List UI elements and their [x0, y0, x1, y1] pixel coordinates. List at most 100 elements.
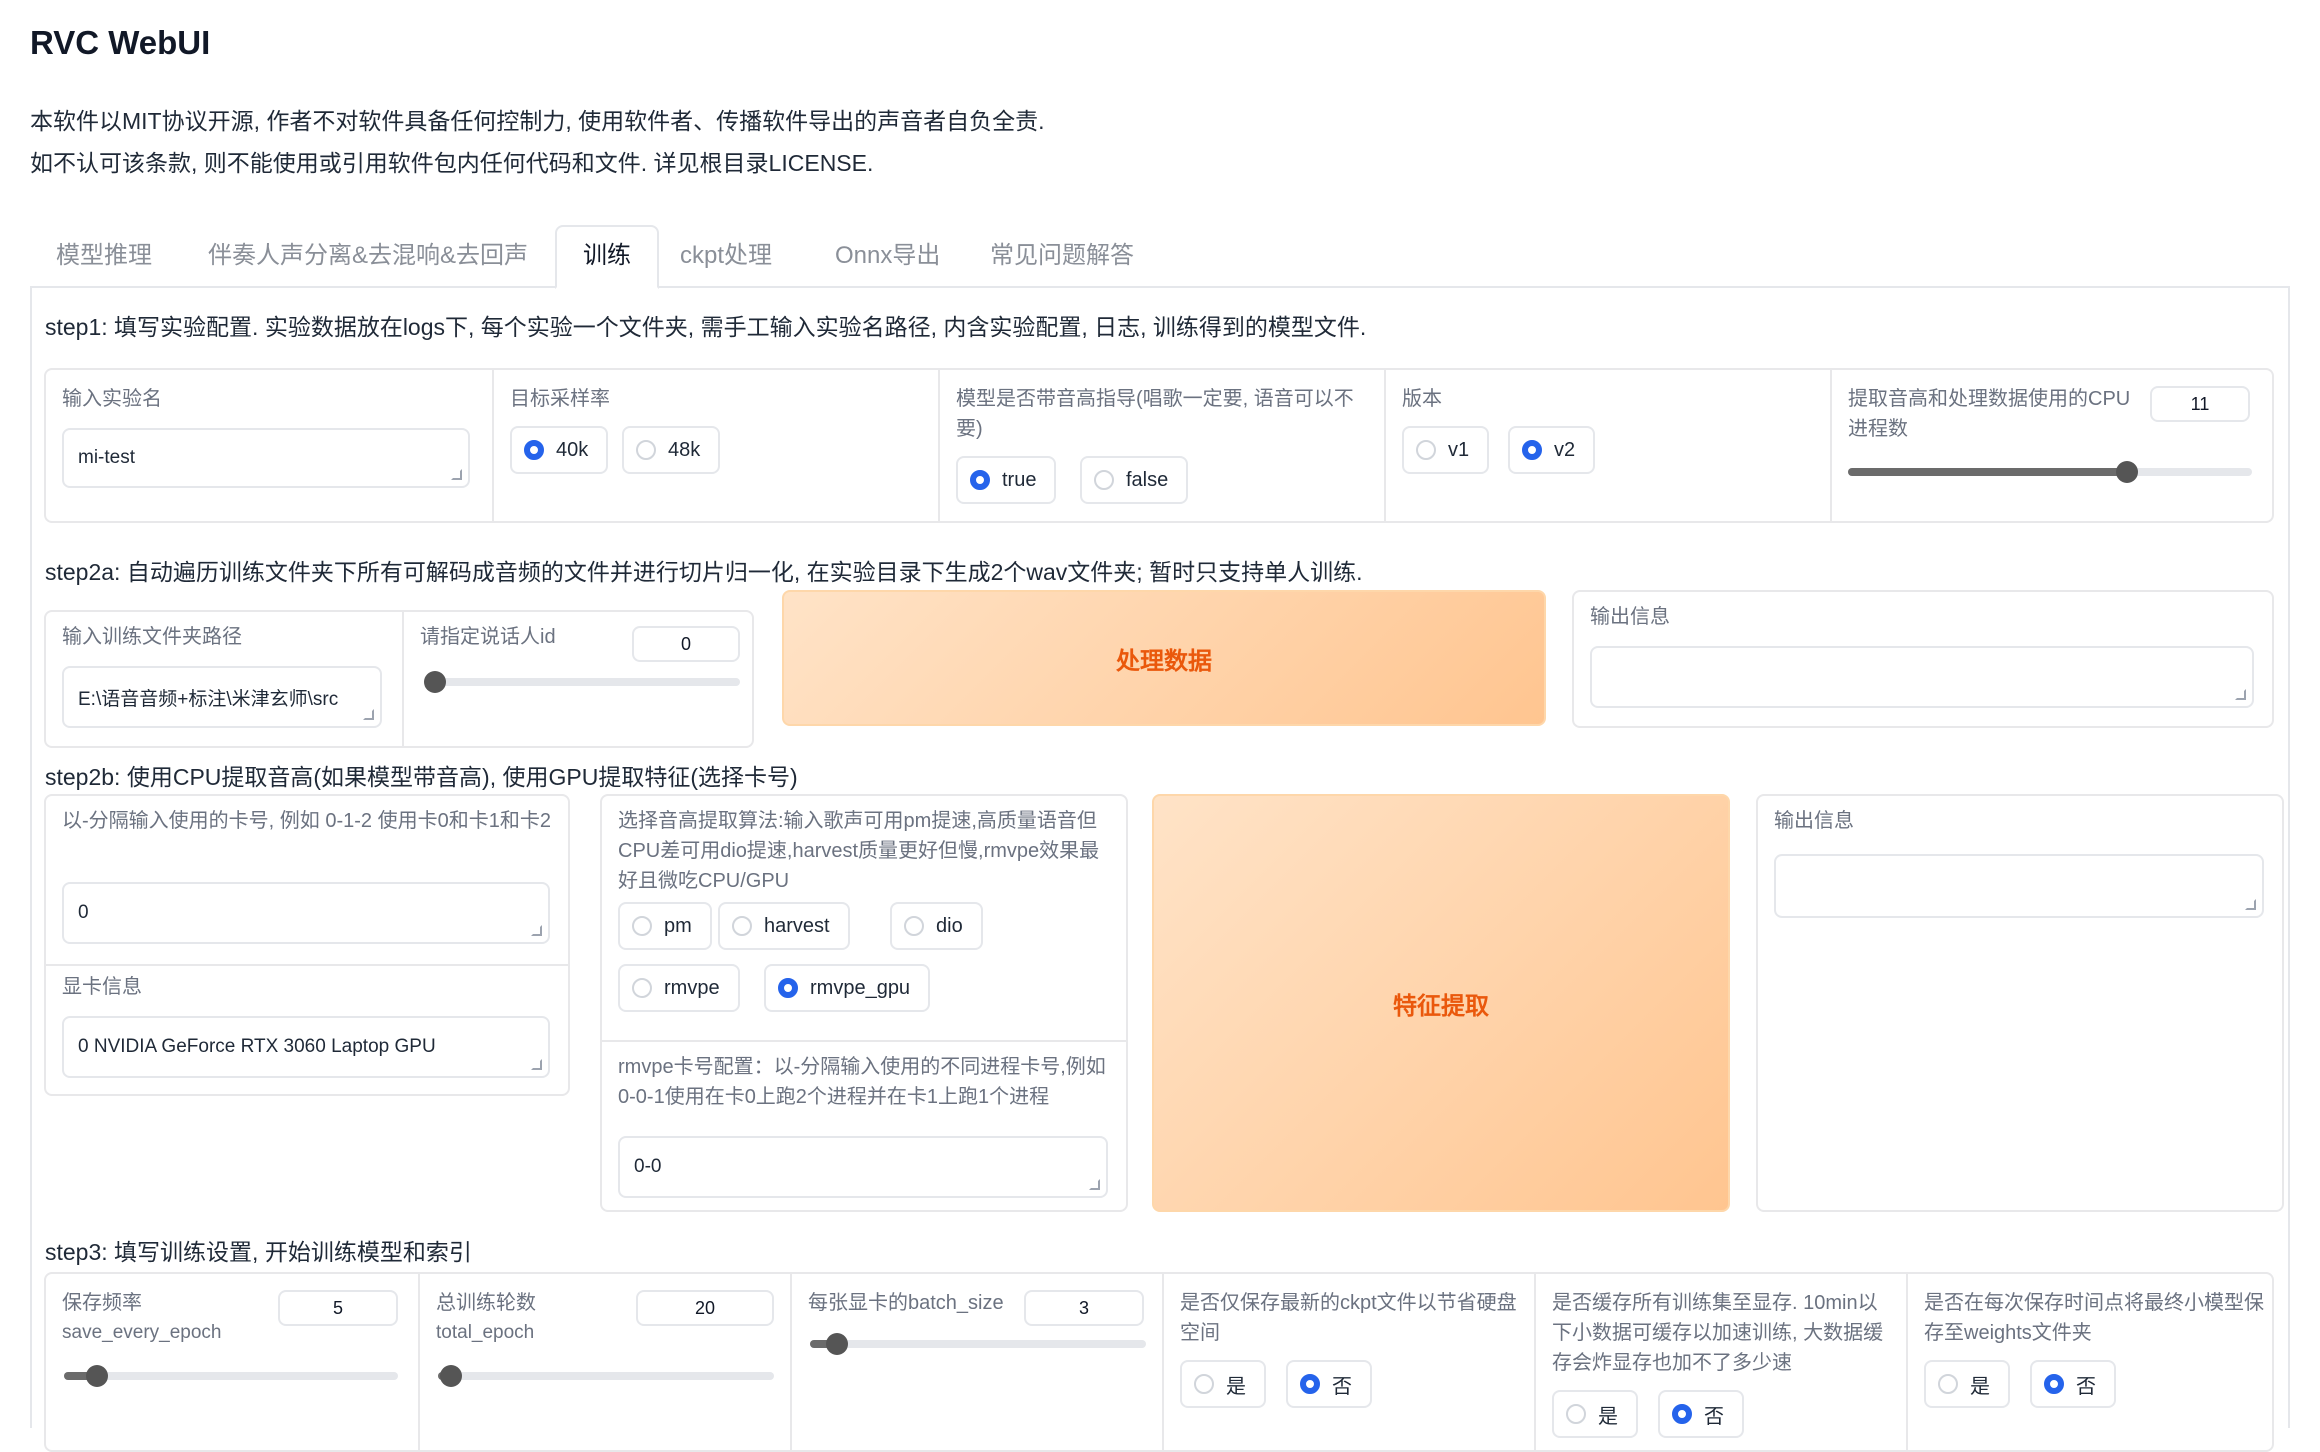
epochs-block: 总训练轮数 total_epoch 20: [418, 1274, 790, 1450]
sr-option-label: 40k: [556, 438, 589, 461]
tab-onnx[interactable]: Onnx导出: [835, 227, 940, 285]
slider-thumb[interactable]: [86, 1365, 109, 1387]
cpu-proc-slider[interactable]: [1848, 461, 2252, 483]
step1-heading: step1: 填写实验配置. 实验数据放在logs下, 每个实验一个文件夹, 需…: [45, 314, 1367, 340]
save-weights-option-label: 是: [1970, 1375, 1990, 1398]
cache-gpu-yes[interactable]: 是: [1552, 1390, 1638, 1438]
save-freq-block: 保存频率 save_every_epoch 5: [46, 1274, 418, 1450]
save-latest-label: 是否仅保存最新的ckpt文件以节省硬盘空间: [1180, 1292, 1517, 1344]
radio-dot-icon: [636, 440, 656, 460]
save-weights-label: 是否在每次保存时间点将最终小模型保存至weights文件夹: [1924, 1292, 2264, 1344]
tab-inference[interactable]: 模型推理: [56, 227, 152, 285]
save-freq-label: 保存频率: [62, 1292, 142, 1314]
step2a-inputs: 输入训练文件夹路径 E:\语音音频+标注\米津玄师\src 请指定说话人id 0: [44, 610, 754, 748]
exp-name-input[interactable]: mi-test: [62, 428, 470, 488]
sr-option-40k[interactable]: 40k: [510, 426, 609, 474]
save-freq-number[interactable]: 5: [278, 1290, 398, 1326]
gpus-label: 以-分隔输入使用的卡号, 例如 0-1-2 使用卡0和卡1和卡2: [62, 810, 551, 832]
save-freq-slider[interactable]: [64, 1365, 398, 1387]
radio-dot-icon: [1522, 440, 1542, 460]
batch-size-label: 每张显卡的batch_size: [808, 1292, 1004, 1314]
version-option-v2[interactable]: v2: [1508, 426, 1596, 474]
save-weights-yes[interactable]: 是: [1924, 1360, 2010, 1408]
rmvpe-gpus-input[interactable]: 0-0: [618, 1136, 1108, 1198]
cache-gpu-no[interactable]: 否: [1658, 1390, 1744, 1438]
step2b-output-text[interactable]: [1774, 854, 2264, 918]
f0-method-option-label: dio: [936, 914, 963, 937]
radio-dot-icon: [1672, 1404, 1692, 1424]
save-weights-block: 是否在每次保存时间点将最终小模型保存至weights文件夹 是 否: [1906, 1274, 2276, 1450]
tab-ckpt[interactable]: ckpt处理: [680, 227, 772, 285]
rvc-webui-page: RVC WebUI 本软件以MIT协议开源, 作者不对软件具备任何控制力, 使用…: [0, 0, 2320, 1452]
f0-method-option-label: rmvpe: [664, 976, 720, 999]
radio-dot-icon: [1194, 1374, 1214, 1394]
tab-training[interactable]: 训练: [555, 225, 659, 289]
cpu-proc-number[interactable]: 11: [2150, 386, 2250, 422]
speaker-id-slider[interactable]: [424, 671, 740, 693]
process-data-button[interactable]: 处理数据: [782, 590, 1546, 726]
cpu-proc-label: 提取音高和处理数据使用的CPU进程数: [1848, 388, 2131, 440]
epochs-slider[interactable]: [438, 1365, 774, 1387]
radio-dot-icon: [970, 470, 990, 490]
step3-heading: step3: 填写训练设置, 开始训练模型和索引: [45, 1239, 472, 1265]
exp-name-label: 输入实验名: [62, 388, 162, 410]
batch-size-block: 每张显卡的batch_size 3: [790, 1274, 1162, 1450]
step2a-output-block: 输出信息: [1572, 590, 2274, 728]
slider-thumb[interactable]: [2115, 461, 2138, 483]
step2a-heading: step2a: 自动遍历训练文件夹下所有可解码成音频的文件并进行切片归一化, 在…: [45, 559, 1363, 585]
batch-size-number[interactable]: 3: [1024, 1290, 1144, 1326]
step2b-output-label: 输出信息: [1774, 810, 1854, 832]
f0-method-rmvpe[interactable]: rmvpe: [618, 964, 740, 1012]
f0-option-label: false: [1126, 468, 1169, 491]
epochs-label: 总训练轮数: [436, 1292, 536, 1314]
f0-option-label: true: [1002, 468, 1037, 491]
step2a-output-text[interactable]: [1590, 646, 2254, 708]
save-weights-option-label: 否: [2076, 1375, 2096, 1398]
sample-rate-label: 目标采样率: [510, 388, 610, 410]
f0-method-pm[interactable]: pm: [618, 902, 712, 950]
exp-name-block: 输入实验名 mi-test: [46, 370, 492, 521]
radio-dot-icon: [1300, 1374, 1320, 1394]
cache-gpu-label: 是否缓存所有训练集至显存. 10min以下小数据可缓存以加速训练, 大数据缓存会…: [1552, 1292, 1884, 1374]
speaker-id-number[interactable]: 0: [632, 626, 740, 662]
slider-thumb[interactable]: [440, 1365, 463, 1387]
tab-separation[interactable]: 伴奏人声分离&去混响&去回声: [208, 227, 528, 285]
version-option-v1[interactable]: v1: [1402, 426, 1490, 474]
radio-dot-icon: [632, 916, 652, 936]
radio-dot-icon: [1416, 440, 1436, 460]
cpu-proc-block: 提取音高和处理数据使用的CPU进程数 11: [1830, 370, 2276, 521]
train-folder-input[interactable]: E:\语音音频+标注\米津玄师\src: [62, 666, 382, 728]
sr-option-48k[interactable]: 48k: [622, 426, 721, 474]
save-latest-option-label: 是: [1226, 1375, 1246, 1398]
training-panel: step1: 填写实验配置. 实验数据放在logs下, 每个实验一个文件夹, 需…: [30, 286, 2290, 1452]
version-option-label: v2: [1554, 438, 1576, 461]
tab-faq[interactable]: 常见问题解答: [990, 227, 1134, 285]
sample-rate-block: 目标采样率 40k 48k: [492, 370, 938, 521]
save-latest-yes[interactable]: 是: [1180, 1360, 1266, 1408]
version-label: 版本: [1402, 388, 1442, 410]
f0-method-rmvpe-gpu[interactable]: rmvpe_gpu: [764, 964, 931, 1012]
radio-dot-icon: [904, 916, 924, 936]
extract-features-button[interactable]: 特征提取: [1152, 794, 1730, 1212]
f0-option-false[interactable]: false: [1080, 456, 1189, 504]
slider-thumb[interactable]: [825, 1333, 848, 1355]
f0-option-true[interactable]: true: [956, 456, 1057, 504]
epochs-number[interactable]: 20: [636, 1290, 774, 1326]
save-weights-no[interactable]: 否: [2030, 1360, 2116, 1408]
slider-thumb[interactable]: [424, 671, 446, 693]
save-freq-sublabel: save_every_epoch: [62, 1322, 222, 1343]
f0-method-dio[interactable]: dio: [890, 902, 983, 950]
gpus-input[interactable]: 0: [62, 882, 550, 944]
train-folder-block: 输入训练文件夹路径 E:\语音音频+标注\米津玄师\src: [46, 612, 402, 746]
divider: [46, 964, 568, 966]
gpu-info-text[interactable]: 0 NVIDIA GeForce RTX 3060 Laptop GPU: [62, 1016, 550, 1078]
train-folder-label: 输入训练文件夹路径: [62, 626, 242, 648]
save-latest-no[interactable]: 否: [1286, 1360, 1372, 1408]
gpu-config-block: 以-分隔输入使用的卡号, 例如 0-1-2 使用卡0和卡1和卡2 0 显卡信息 …: [44, 794, 570, 1096]
f0-guide-label: 模型是否带音高指导(唱歌一定要, 语音可以不要): [956, 388, 1354, 440]
batch-size-slider[interactable]: [810, 1333, 1146, 1355]
step3-row: 保存频率 save_every_epoch 5 总训练轮数 total_epoc…: [44, 1272, 2274, 1452]
speaker-id-block: 请指定说话人id 0: [402, 612, 756, 746]
f0-method-harvest[interactable]: harvest: [718, 902, 850, 950]
version-option-label: v1: [1448, 438, 1470, 461]
